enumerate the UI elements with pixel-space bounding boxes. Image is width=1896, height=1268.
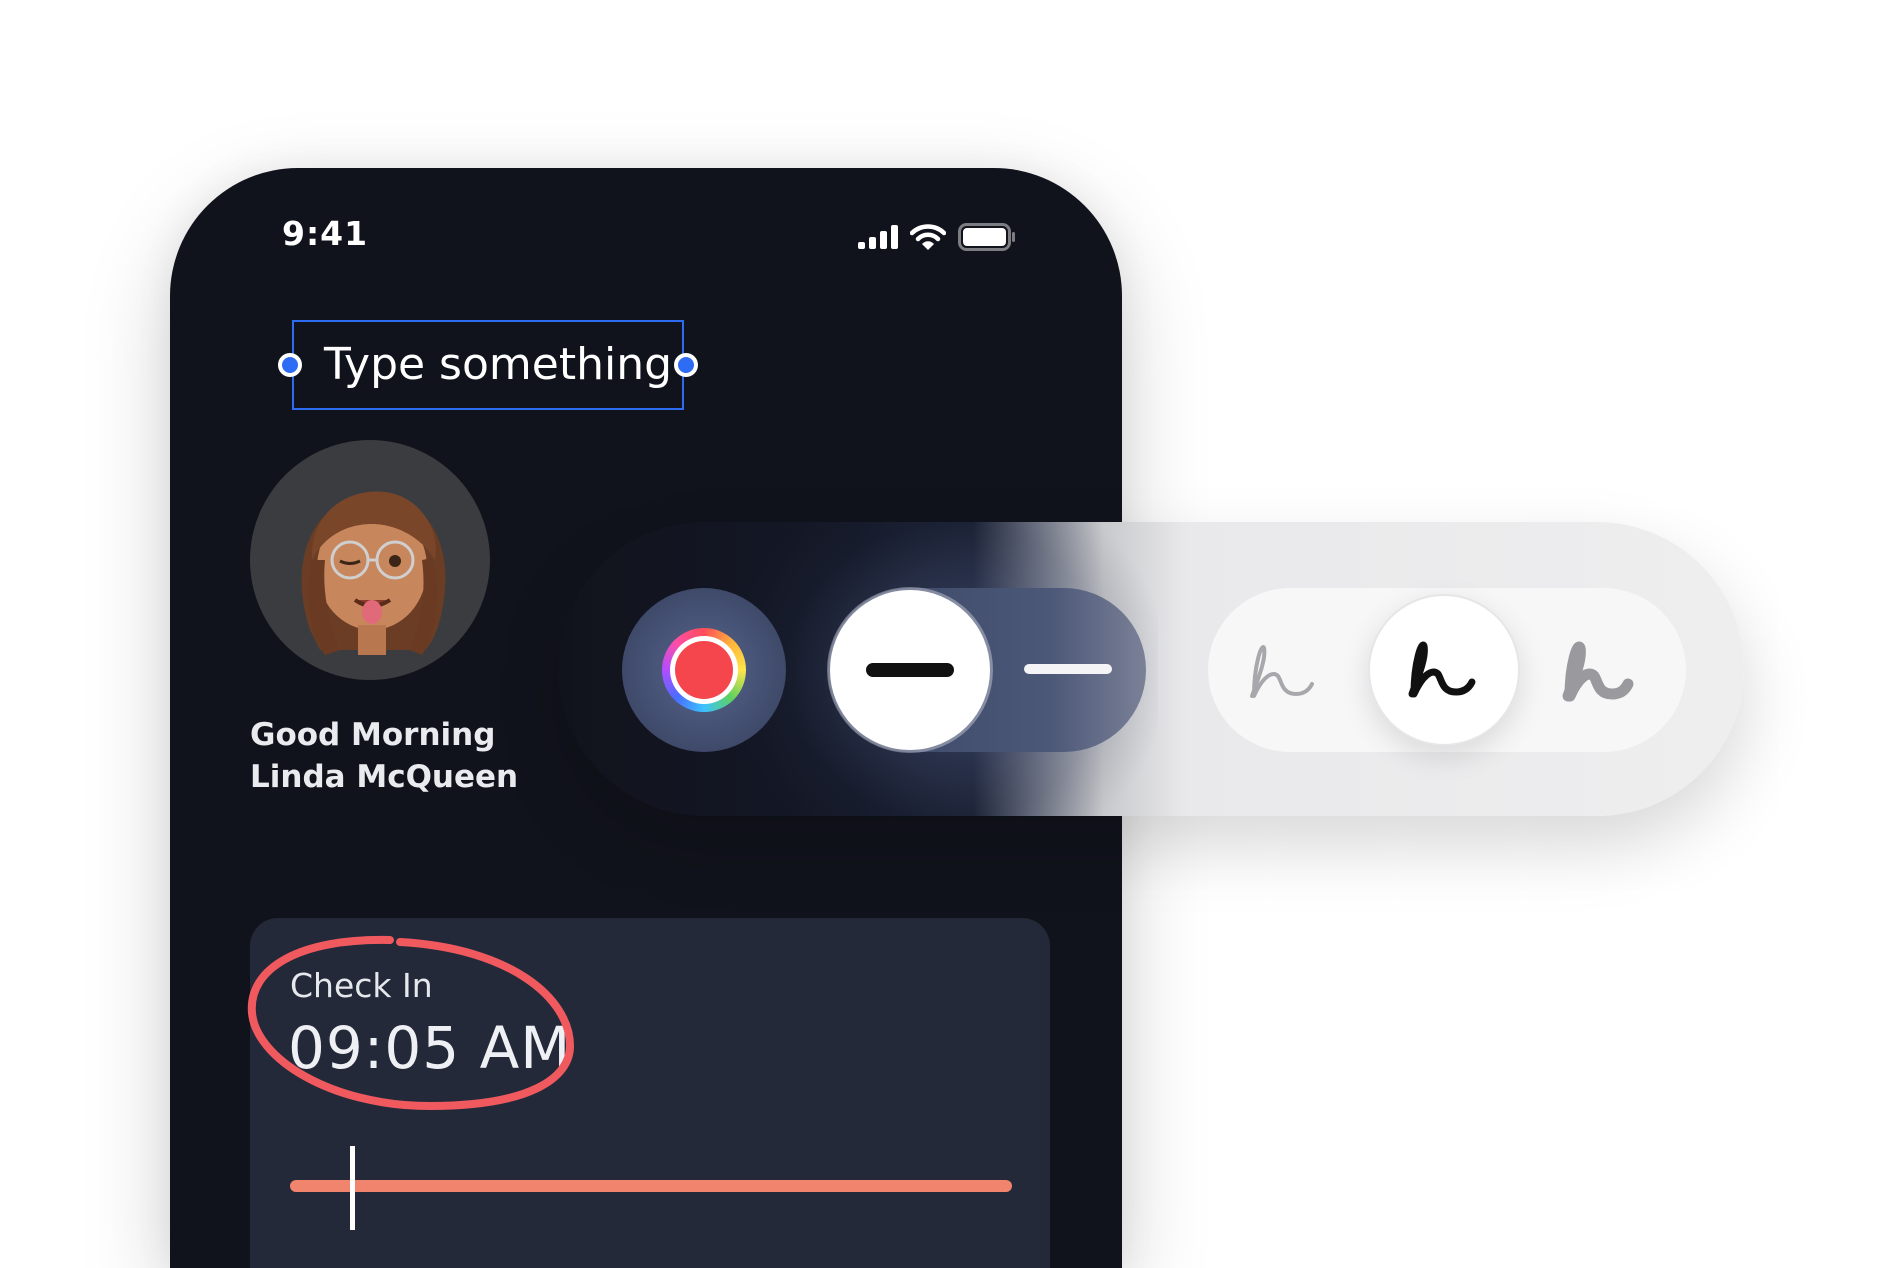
battery-icon	[958, 223, 1015, 251]
pencil-stroke-icon	[1250, 645, 1314, 698]
time-progress-bar	[290, 1180, 1012, 1192]
brush-marker-button[interactable]	[1524, 594, 1676, 746]
brush-pencil-button[interactable]	[1208, 594, 1360, 746]
marker-stroke-icon	[1562, 641, 1634, 702]
status-icons	[858, 222, 1016, 252]
color-picker-button[interactable]	[622, 588, 786, 752]
brush-style-selector	[1208, 588, 1686, 752]
greeting-line: Good Morning	[250, 717, 496, 753]
stroke-width-thick-button[interactable]	[830, 590, 990, 750]
text-annotation-box[interactable]: Type something	[278, 320, 698, 410]
markup-ellipse	[247, 935, 575, 1111]
status-time: 9:41	[282, 214, 369, 253]
thick-line-icon	[866, 663, 954, 677]
avatar	[250, 440, 490, 680]
stroke-width-selector	[828, 588, 1146, 752]
brush-pen-button[interactable]	[1368, 594, 1520, 746]
drawing-toolbar	[558, 522, 1744, 816]
greeting: Good Morning Linda McQueen	[250, 714, 518, 798]
progress-marker[interactable]	[350, 1146, 355, 1230]
resize-handle-left[interactable]	[278, 353, 302, 377]
selected-color-swatch	[675, 641, 733, 699]
stroke-width-thin-button[interactable]	[1024, 664, 1112, 674]
pen-stroke-icon	[1408, 641, 1476, 698]
wifi-icon	[910, 224, 946, 250]
cellular-signal-icon	[858, 225, 898, 249]
text-annotation-content: Type something	[324, 339, 673, 390]
resize-handle-right[interactable]	[674, 353, 698, 377]
user-name: Linda McQueen	[250, 759, 519, 795]
